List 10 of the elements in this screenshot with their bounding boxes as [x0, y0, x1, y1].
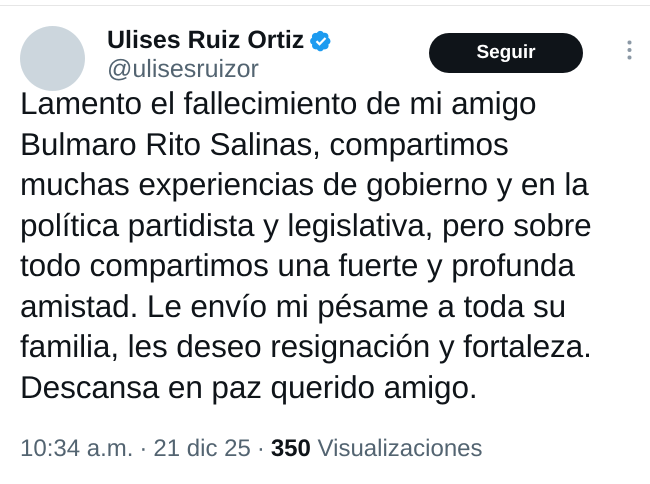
tweet-date[interactable]: 21 dic 25: [153, 435, 251, 463]
separator-dot: ·: [256, 435, 265, 463]
more-icon[interactable]: [627, 40, 632, 60]
author-name[interactable]: Ulises Ruiz Ortiz: [107, 26, 304, 55]
tweet-time[interactable]: 10:34 a.m.: [20, 435, 134, 463]
author-handle[interactable]: @ulisesruizor: [107, 55, 259, 84]
view-count: 350 Visualizaciones: [270, 435, 483, 463]
separator-dot: ·: [139, 435, 148, 463]
follow-button[interactable]: Seguir: [429, 33, 583, 73]
tweet-text: Lamento el fallecimiento de mi amigo Bulmaro Rito Salinas, compartimos muchas experiencias de gobierno y en la política partidista y legislativa, pero sobre todo compartimos una fuerte y profunda amistad. Le envío mi pésame a toda su familia, les deseo resignación y fortaleza. Descansa en paz querido amigo.: [20, 84, 593, 406]
